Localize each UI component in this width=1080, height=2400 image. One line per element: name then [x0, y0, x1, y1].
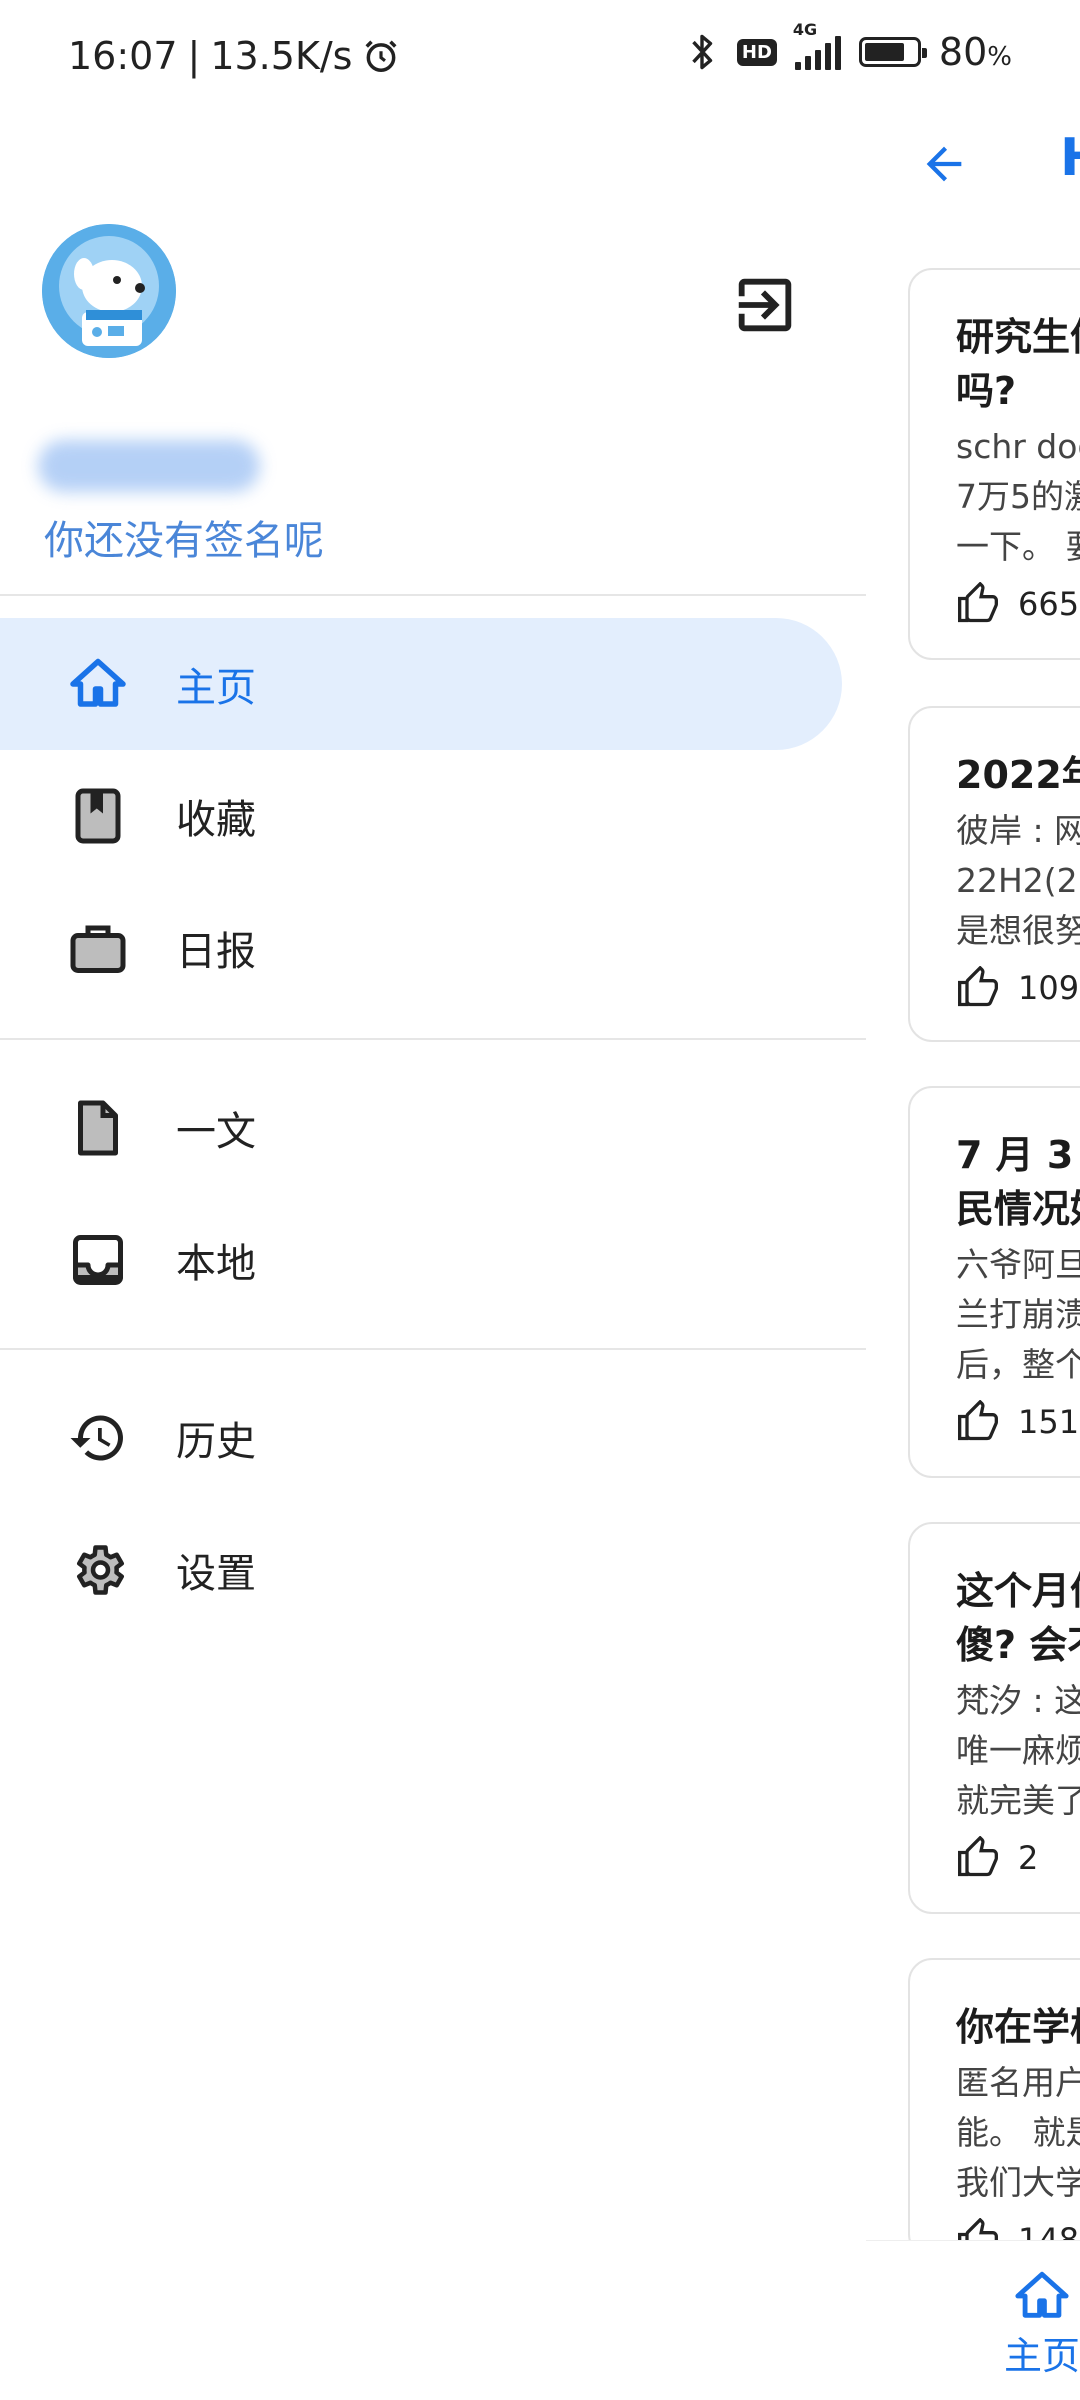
card-likes: 151: [956, 1400, 1080, 1444]
status-right: HD 4G 80%: [685, 20, 1012, 74]
nav-item-home[interactable]: 主页: [0, 618, 842, 750]
nav-item-label: 收藏: [176, 797, 256, 843]
battery-percent-unit: %: [987, 42, 1012, 72]
card-likes: 109: [956, 966, 1080, 1010]
thumb-up-icon: [958, 582, 998, 623]
like-count: 6656: [1018, 585, 1080, 623]
document-icon: [66, 1096, 130, 1160]
history-icon: [66, 1406, 130, 1470]
logout-icon[interactable]: [730, 270, 800, 340]
question-card[interactable]: 研究生值 吗? schr dog 7万5的激 一下。 要 6656: [908, 268, 1080, 660]
card-title: 研究生值 吗?: [956, 315, 1080, 413]
nav-item-settings[interactable]: 设置: [0, 1504, 842, 1636]
card-excerpt: 六爷阿旦 兰打崩溃 后，整个: [956, 1245, 1080, 1384]
card-title: 7 月 3 日 民情况好: [956, 1133, 1080, 1231]
thumb-up-icon: [958, 1400, 998, 1441]
divider: [0, 594, 866, 596]
card-excerpt: 梵汐 : 这 唯一麻烦 就完美了: [956, 1681, 1080, 1820]
card-likes: 2: [956, 1836, 1080, 1880]
card-excerpt: 彼岸 : 网 22H2(22 是想很努: [956, 811, 1080, 950]
card-excerpt: schr dog 7万5的激 一下。 要: [956, 427, 1080, 566]
card-title: 这个月值 傻? 会不: [956, 1569, 1080, 1667]
bottom-nav-home-label: 主页: [1004, 2334, 1080, 2378]
battery-percent: 80%: [939, 30, 1012, 74]
like-count: 151: [1018, 1403, 1080, 1441]
signal-bars: [794, 34, 841, 70]
avatar[interactable]: [42, 224, 176, 358]
nav-item-label: 主页: [176, 665, 256, 711]
question-card[interactable]: 你在学校 匿名用户 能。 就是 我们大学 1483: [908, 1958, 1080, 2258]
user-signature[interactable]: 你还没有签名呢: [44, 508, 324, 566]
nav-item-label: 日报: [176, 929, 256, 975]
question-card[interactable]: 2022年 彼岸 : 网 22H2(22 是想很努 109: [908, 706, 1080, 1042]
briefcase-icon: [66, 916, 130, 980]
like-count: 2: [1018, 1839, 1039, 1877]
network-type: 4G: [792, 20, 818, 39]
divider: [0, 1038, 866, 1040]
page-title: H: [1060, 128, 1080, 188]
question-card[interactable]: 7 月 3 日 民情况好 六爷阿旦 兰打崩溃 后，整个 151: [908, 1086, 1080, 1478]
card-title: 2022年: [956, 753, 1080, 797]
question-card[interactable]: 这个月值 傻? 会不 梵汐 : 这 唯一麻烦 就完美了 2: [908, 1522, 1080, 1914]
hd-voice-badge: HD: [736, 38, 777, 66]
nav-item-article[interactable]: 一文: [0, 1062, 842, 1194]
nav-item-label: 本地: [176, 1241, 256, 1287]
nav-item-label: 一文: [176, 1109, 256, 1155]
battery-tip: [921, 48, 927, 58]
status-separator: |: [187, 34, 201, 78]
nav-item-daily[interactable]: 日报: [0, 882, 842, 1014]
card-likes: 6656: [956, 582, 1080, 626]
thumb-up-icon: [958, 1836, 998, 1877]
home-icon: [1015, 2271, 1069, 2318]
battery-icon: [858, 37, 927, 67]
network-speed: 13.5K/s: [210, 34, 353, 78]
bookmark-icon: [66, 784, 130, 848]
nav-item-local[interactable]: 本地: [0, 1194, 842, 1326]
thumb-up-icon: [958, 966, 998, 1007]
screen: H 研究生值 吗? schr dog 7万5的激 一下。 要 6656 2022…: [0, 0, 1080, 2400]
status-left: 16:07 | 13.5K/s: [68, 34, 400, 78]
alarm-icon: [365, 40, 397, 72]
status-bar: 16:07 | 13.5K/s HD 4G 80%: [0, 0, 1080, 120]
nav-item-label: 设置: [176, 1551, 256, 1597]
card-title: 你在学校: [956, 2005, 1080, 2049]
bluetooth-icon: [692, 34, 713, 70]
navigation-drawer: 你还没有签名呢 主页 收藏 日报 一文 本地 历史 设置: [0, 0, 866, 2400]
battery-fill: [864, 43, 904, 61]
settings-icon: [66, 1538, 130, 1602]
back-arrow-icon[interactable]: [918, 138, 970, 190]
nav-item-history[interactable]: 历史: [0, 1372, 842, 1504]
status-time: 16:07: [68, 34, 178, 78]
cellular-signal-icon: 4G: [793, 20, 841, 70]
avatar-dog-illustration: [42, 224, 176, 358]
divider: [0, 1348, 866, 1350]
username-blurred: [38, 440, 260, 492]
inbox-icon: [66, 1228, 130, 1292]
nav-item-label: 历史: [176, 1419, 256, 1465]
card-excerpt: 匿名用户 能。 就是 我们大学: [956, 2063, 1080, 2202]
nav-item-favorites[interactable]: 收藏: [0, 750, 842, 882]
home-icon: [66, 652, 130, 716]
battery-percent-value: 80: [938, 30, 988, 74]
like-count: 109: [1018, 969, 1080, 1007]
bottom-nav-home[interactable]: 主页: [1004, 2267, 1080, 2380]
